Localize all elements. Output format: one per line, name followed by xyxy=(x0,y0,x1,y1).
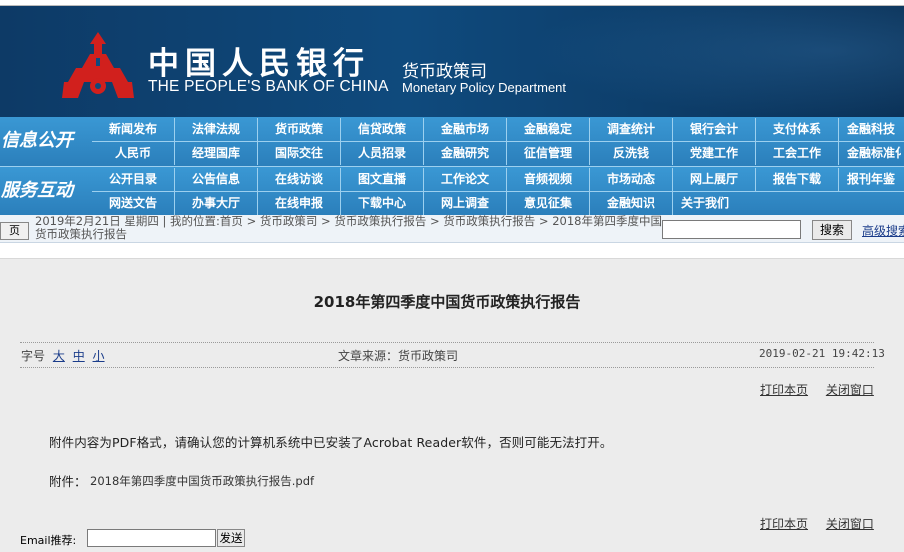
bank-name-en: THE PEOPLE'S BANK OF CHINA xyxy=(148,78,389,95)
article-source: 文章来源：货币政策司 xyxy=(338,349,459,363)
nav-item[interactable]: 报告下载 xyxy=(756,168,839,191)
nav-category-service-interaction: 服务互动 xyxy=(1,180,73,201)
site-header: 中国人民银行 THE PEOPLE'S BANK OF CHINA 货币政策司 … xyxy=(0,6,904,117)
nav-item[interactable]: 人民币 xyxy=(92,142,175,165)
department-name-cn: 货币政策司 xyxy=(402,62,487,82)
font-size-medium-link[interactable]: 中 xyxy=(73,349,85,363)
close-window-link[interactable]: 关闭窗口 xyxy=(826,383,874,397)
advanced-search-link[interactable]: 高级搜索 xyxy=(862,222,904,239)
nav-item[interactable]: 调查统计 xyxy=(590,118,673,141)
home-button[interactable]: 页 xyxy=(0,222,29,240)
nav-item[interactable]: 报刊年鉴 xyxy=(839,168,901,191)
nav-item[interactable]: 新闻发布 xyxy=(92,118,175,141)
nav-item[interactable]: 在线申报 xyxy=(258,192,341,215)
nav-category-info-disclosure: 信息公开 xyxy=(1,130,73,151)
nav-item[interactable]: 公告信息 xyxy=(175,168,258,191)
nav-item[interactable]: 信贷政策 xyxy=(341,118,424,141)
breadcrumb: 2019年2月21日 星期四 | 我的位置:首页 > 货币政策司 > 货币政策执… xyxy=(35,214,662,241)
pdf-notice: 附件内容为PDF格式，请确认您的计算机系统中已安装了Acrobat Reader… xyxy=(49,435,613,450)
nav-item[interactable]: 国际交往 xyxy=(258,142,341,165)
pboc-emblem-icon[interactable] xyxy=(62,30,134,100)
print-page-link[interactable]: 打印本页 xyxy=(760,517,808,531)
nav-item[interactable]: 在线访谈 xyxy=(258,168,341,191)
font-size-large-link[interactable]: 大 xyxy=(53,349,65,363)
nav-item[interactable]: 征信管理 xyxy=(507,142,590,165)
nav-item[interactable]: 法律法规 xyxy=(175,118,258,141)
article-tools-bottom: 打印本页 关闭窗口 xyxy=(760,515,888,532)
nav-row-4: 网送文告 办事大厅 在线申报 下载中心 网上调查 意见征集 金融知识 关于我们 xyxy=(92,192,735,216)
nav-item[interactable]: 网送文告 xyxy=(92,192,175,215)
attachment-label: 附件： xyxy=(49,474,87,489)
nav-item[interactable]: 图文直播 xyxy=(341,168,424,191)
breadcrumb-bar: 页 2019年2月21日 星期四 | 我的位置:首页 > 货币政策司 > 货币政… xyxy=(0,215,904,243)
nav-block-info: 信息公开 新闻发布 法律法规 货币政策 信贷政策 金融市场 金融稳定 调查统计 … xyxy=(0,117,904,166)
nav-item[interactable]: 公开目录 xyxy=(92,168,175,191)
article-area: 2018年第四季度中国货币政策执行报告 字号 大 中 小 文章来源：货币政策司 … xyxy=(0,258,904,552)
nav-row-2: 人民币 经理国库 国际交往 人员招录 金融研究 征信管理 反洗钱 党建工作 工会… xyxy=(92,142,901,166)
nav-item[interactable]: 工会工作 xyxy=(756,142,839,165)
nav-item[interactable]: 关于我们 xyxy=(673,192,735,215)
bank-name-cn: 中国人民银行 xyxy=(148,46,370,82)
nav-item[interactable]: 党建工作 xyxy=(673,142,756,165)
article-datetime: 2019-02-21 19:42:13 xyxy=(759,347,885,360)
nav-item[interactable]: 下载中心 xyxy=(341,192,424,215)
nav-row-3: 公开目录 公告信息 在线访谈 图文直播 工作论文 音频视频 市场动态 网上展厅 … xyxy=(92,168,901,192)
nav-item[interactable]: 经理国库 xyxy=(175,142,258,165)
close-window-link[interactable]: 关闭窗口 xyxy=(826,517,874,531)
send-button[interactable]: 发送 xyxy=(217,529,245,547)
nav-item[interactable]: 金融稳定 xyxy=(507,118,590,141)
nav-item[interactable]: 货币政策 xyxy=(258,118,341,141)
nav-item[interactable]: 金融科技 xyxy=(839,118,901,141)
print-page-link[interactable]: 打印本页 xyxy=(760,383,808,397)
main-nav: 信息公开 新闻发布 法律法规 货币政策 信贷政策 金融市场 金融稳定 调查统计 … xyxy=(0,117,904,215)
nav-item[interactable]: 金融知识 xyxy=(590,192,673,215)
nav-item[interactable]: 人员招录 xyxy=(341,142,424,165)
font-size-label: 字号 xyxy=(21,349,46,363)
nav-item[interactable]: 网上调查 xyxy=(424,192,507,215)
nav-item[interactable]: 工作论文 xyxy=(424,168,507,191)
search-button[interactable]: 搜索 xyxy=(812,220,852,240)
nav-item[interactable]: 办事大厅 xyxy=(175,192,258,215)
nav-item[interactable]: 金融标准化 xyxy=(839,142,901,165)
divider xyxy=(20,367,874,368)
nav-item[interactable]: 网上展厅 xyxy=(673,168,756,191)
font-size-controls: 字号 大 中 小 xyxy=(21,347,105,364)
nav-block-service: 服务互动 公开目录 公告信息 在线访谈 图文直播 工作论文 音频视频 市场动态 … xyxy=(0,166,904,215)
divider xyxy=(20,342,874,343)
nav-item[interactable]: 银行会计 xyxy=(673,118,756,141)
font-size-small-link[interactable]: 小 xyxy=(93,349,105,363)
nav-item[interactable]: 金融研究 xyxy=(424,142,507,165)
page-title: 2018年第四季度中国货币政策执行报告 xyxy=(313,293,581,311)
nav-item[interactable]: 音频视频 xyxy=(507,168,590,191)
nav-row-1: 新闻发布 法律法规 货币政策 信贷政策 金融市场 金融稳定 调查统计 银行会计 … xyxy=(92,118,901,142)
article-tools-top: 打印本页 关闭窗口 xyxy=(760,381,888,398)
attachment-link[interactable]: 2018年第四季度中国货币政策执行报告.pdf xyxy=(90,473,314,489)
nav-item[interactable]: 市场动态 xyxy=(590,168,673,191)
email-recommend-label: Email推荐: xyxy=(20,534,77,547)
email-input[interactable] xyxy=(87,529,216,547)
department-name-en: Monetary Policy Department xyxy=(402,80,567,95)
nav-item[interactable]: 金融市场 xyxy=(424,118,507,141)
nav-item[interactable]: 支付体系 xyxy=(756,118,839,141)
search-input[interactable] xyxy=(662,220,801,239)
nav-item[interactable]: 意见征集 xyxy=(507,192,590,215)
nav-item[interactable]: 反洗钱 xyxy=(590,142,673,165)
